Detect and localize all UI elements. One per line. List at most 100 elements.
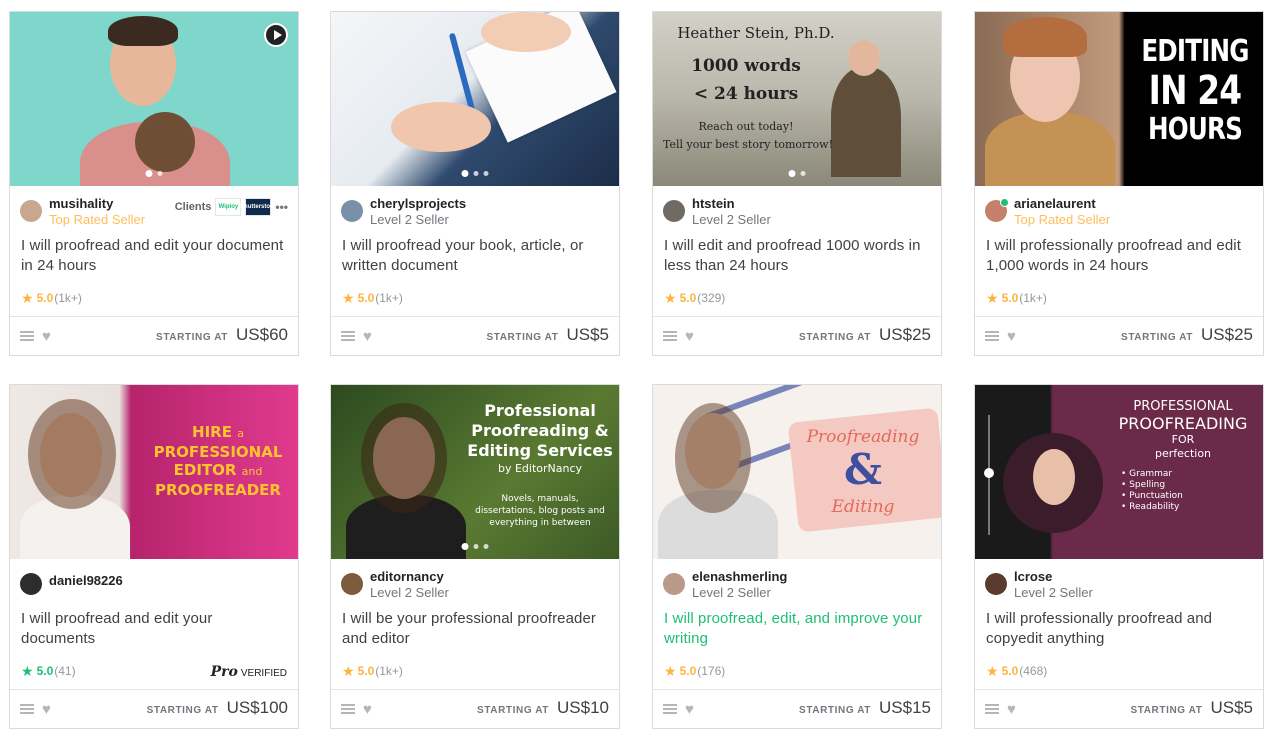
gig-card[interactable]: Proofreading & Editing elenashmerling Le… xyxy=(652,384,942,729)
thumb-text: Grammar xyxy=(1129,469,1173,479)
client-logo: Wiploy xyxy=(215,198,242,216)
carousel-dots[interactable] xyxy=(145,170,163,177)
thumb-text: everything in between xyxy=(489,518,591,528)
rating-count: (1k+) xyxy=(375,291,403,305)
gig-price[interactable]: STARTING AT US$10 xyxy=(477,698,609,718)
gig-rating: ★ 5.0 (468) xyxy=(975,659,1263,683)
collections-icon[interactable] xyxy=(341,331,355,341)
gig-footer: ♥ STARTING AT US$5 xyxy=(975,689,1263,728)
gig-card[interactable]: PROFESSIONAL PROOFREADING FOR perfection… xyxy=(974,384,1264,729)
thumb-text: < 24 hours xyxy=(693,84,799,104)
carousel-dots[interactable] xyxy=(461,543,489,550)
gig-thumbnail[interactable]: PROFESSIONAL PROOFREADING FOR perfection… xyxy=(975,385,1263,559)
collections-icon[interactable] xyxy=(985,704,999,714)
seller-name[interactable]: editornancy xyxy=(370,569,449,585)
seller-level: Top Rated Seller xyxy=(49,212,146,227)
thumb-text: 1000 words xyxy=(691,56,801,76)
gig-title[interactable]: I will proofread your book, article, or … xyxy=(331,236,619,280)
gig-title[interactable]: I will professionally proofread and edit… xyxy=(975,236,1263,280)
gig-thumbnail[interactable]: Professional Proofreading & Editing Serv… xyxy=(331,385,619,559)
avatar[interactable] xyxy=(663,573,685,595)
gig-title[interactable]: I will proofread and edit your documents xyxy=(10,609,298,653)
starting-at-label: STARTING AT xyxy=(477,705,550,716)
gig-card[interactable]: musihality Top Rated Seller Clients Wipl… xyxy=(9,11,299,356)
gig-price[interactable]: STARTING AT US$15 xyxy=(799,698,931,718)
gig-thumbnail[interactable] xyxy=(10,12,298,186)
gig-title[interactable]: I will be your professional proofreader … xyxy=(331,609,619,653)
star-icon: ★ xyxy=(664,289,677,306)
avatar[interactable] xyxy=(20,573,42,595)
heart-icon[interactable]: ♥ xyxy=(363,329,372,344)
gig-card[interactable]: Professional Proofreading & Editing Serv… xyxy=(330,384,620,729)
rating-value: 5.0 xyxy=(357,664,375,678)
rating-value: 5.0 xyxy=(357,291,375,305)
collections-icon[interactable] xyxy=(341,704,355,714)
avatar[interactable] xyxy=(20,200,42,222)
collections-icon[interactable] xyxy=(663,704,677,714)
gig-card[interactable]: cherylsprojects Level 2 Seller I will pr… xyxy=(330,11,620,356)
price-value: US$60 xyxy=(236,325,288,344)
gig-title[interactable]: I will proofread, edit, and improve your… xyxy=(653,609,941,653)
avatar[interactable] xyxy=(985,198,1009,222)
price-value: US$25 xyxy=(879,325,931,344)
price-value: US$5 xyxy=(1210,698,1253,717)
online-status-icon xyxy=(1000,198,1009,207)
gig-thumbnail[interactable]: Proofreading & Editing xyxy=(653,385,941,559)
rating-count: (1k+) xyxy=(1019,291,1047,305)
heart-icon[interactable]: ♥ xyxy=(1007,329,1016,344)
gig-title[interactable]: I will edit and proofread 1000 words in … xyxy=(653,236,941,280)
avatar[interactable] xyxy=(341,200,363,222)
clients-section[interactable]: Clients Wiploy Shutterstock ••• xyxy=(175,198,288,216)
seller-name[interactable]: arianelaurent xyxy=(1014,196,1110,212)
gig-card[interactable]: HIRE a PROFESSIONAL EDITOR and PROOFREAD… xyxy=(9,384,299,729)
seller-name[interactable]: elenashmerling xyxy=(692,569,787,585)
seller-name[interactable]: musihality xyxy=(49,196,145,212)
gig-thumbnail[interactable] xyxy=(331,12,619,186)
gig-rating: ★ 5.0 (176) xyxy=(653,659,941,683)
play-video-icon[interactable] xyxy=(264,23,288,47)
gig-price[interactable]: STARTING AT US$100 xyxy=(147,698,288,718)
gig-card[interactable]: EDITING IN 24 HOURS arianelaurent Top Ra… xyxy=(974,11,1264,356)
heart-icon[interactable]: ♥ xyxy=(42,702,51,717)
rating-count: (329) xyxy=(697,291,726,305)
seller-name[interactable]: cherylsprojects xyxy=(370,196,466,212)
avatar[interactable] xyxy=(985,573,1007,595)
seller-level: Level 2 Seller xyxy=(1014,585,1093,600)
avatar[interactable] xyxy=(663,200,685,222)
collections-icon[interactable] xyxy=(20,331,34,341)
gig-rating: ★ 5.0 (329) xyxy=(653,286,941,310)
heart-icon[interactable]: ♥ xyxy=(685,329,694,344)
thumb-text: HIRE xyxy=(192,423,232,441)
gig-footer: ♥ STARTING AT US$5 xyxy=(331,316,619,355)
gig-price[interactable]: STARTING AT US$5 xyxy=(1131,698,1254,718)
gig-price[interactable]: STARTING AT US$25 xyxy=(799,325,931,345)
gig-price[interactable]: STARTING AT US$25 xyxy=(1121,325,1253,345)
collections-icon[interactable] xyxy=(663,331,677,341)
carousel-dots[interactable] xyxy=(461,170,489,177)
thumb-text: Proofreading xyxy=(806,427,920,447)
heart-icon[interactable]: ♥ xyxy=(1007,702,1016,717)
carousel-dots[interactable] xyxy=(788,170,806,177)
more-clients-icon[interactable]: ••• xyxy=(275,200,288,214)
seller-name[interactable]: htstein xyxy=(692,196,771,212)
thumb-text: Editing xyxy=(831,497,895,517)
price-value: US$10 xyxy=(557,698,609,717)
seller-level: Level 2 Seller xyxy=(692,585,771,600)
gig-thumbnail[interactable]: Heather Stein, Ph.D. 1000 words < 24 hou… xyxy=(653,12,941,186)
heart-icon[interactable]: ♥ xyxy=(42,329,51,344)
gig-price[interactable]: STARTING AT US$5 xyxy=(487,325,610,345)
starting-at-label: STARTING AT xyxy=(1121,332,1194,343)
gig-price[interactable]: STARTING AT US$60 xyxy=(156,325,288,345)
gig-thumbnail[interactable]: EDITING IN 24 HOURS xyxy=(975,12,1263,186)
seller-name[interactable]: daniel98226 xyxy=(49,573,123,589)
gig-thumbnail[interactable]: HIRE a PROFESSIONAL EDITOR and PROOFREAD… xyxy=(10,385,298,559)
seller-name[interactable]: lcrose xyxy=(1014,569,1093,585)
gig-title[interactable]: I will professionally proofread and copy… xyxy=(975,609,1263,653)
heart-icon[interactable]: ♥ xyxy=(363,702,372,717)
gig-title[interactable]: I will proofread and edit your document … xyxy=(10,236,298,280)
avatar[interactable] xyxy=(341,573,363,595)
gig-card[interactable]: Heather Stein, Ph.D. 1000 words < 24 hou… xyxy=(652,11,942,356)
collections-icon[interactable] xyxy=(985,331,999,341)
collections-icon[interactable] xyxy=(20,704,34,714)
heart-icon[interactable]: ♥ xyxy=(685,702,694,717)
